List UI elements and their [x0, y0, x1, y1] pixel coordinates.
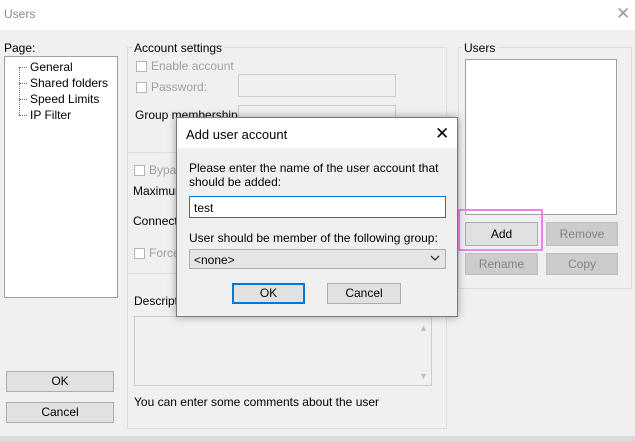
bypass-checkbox[interactable] [134, 165, 145, 176]
cancel-button[interactable]: Cancel [6, 402, 114, 423]
username-input[interactable]: test [189, 196, 446, 218]
add-button-highlight [458, 209, 543, 251]
tree-branch [19, 67, 27, 68]
main-title-bar [0, 0, 635, 30]
group-select[interactable]: <none> [189, 249, 446, 269]
password-field[interactable] [238, 74, 396, 97]
dialog-ok-button[interactable]: OK [232, 283, 305, 304]
users-list[interactable] [465, 59, 617, 215]
page-tree[interactable]: General Shared folders Speed Limits IP F… [4, 56, 118, 298]
scroll-up-icon[interactable]: ▲ [419, 323, 428, 333]
account-settings-label: Account settings [132, 41, 225, 55]
tree-item-shared-folders[interactable]: Shared folders [30, 76, 108, 90]
tree-item-general[interactable]: General [30, 60, 73, 74]
window-title: Users [4, 7, 36, 21]
force-checkbox[interactable] [134, 248, 145, 259]
comment-hint: You can enter some comments about the us… [134, 395, 380, 409]
description-label: Descripti [134, 294, 181, 308]
description-scrollbar[interactable]: ▲ ▼ [415, 317, 431, 385]
rename-button[interactable]: Rename [465, 253, 538, 275]
password-label: Password: [151, 80, 208, 94]
tree-item-speed-limits[interactable]: Speed Limits [30, 92, 99, 106]
scroll-down-icon[interactable]: ▼ [419, 371, 428, 381]
dialog-prompt: Please enter the name of the user accoun… [189, 161, 439, 189]
enable-account-label: Enable account [151, 59, 234, 73]
description-textarea[interactable] [134, 316, 432, 386]
ok-button[interactable]: OK [6, 371, 114, 392]
users-label: Users [462, 41, 498, 55]
group-prompt: User should be member of the following g… [189, 231, 438, 245]
tree-item-ip-filter[interactable]: IP Filter [30, 108, 71, 122]
copy-button[interactable]: Copy [546, 253, 618, 275]
dialog-title: Add user account [186, 127, 288, 142]
tree-branch [19, 115, 27, 116]
dialog-close-icon[interactable]: ✕ [435, 125, 449, 142]
window-close-icon[interactable]: ✕ [616, 5, 630, 22]
remove-button[interactable]: Remove [546, 222, 618, 246]
add-user-dialog: Add user account ✕ Please enter the name… [176, 117, 458, 317]
group-select-value: <none> [194, 253, 235, 267]
bottom-edge [0, 436, 635, 441]
password-checkbox[interactable] [136, 82, 147, 93]
page-label: Page: [4, 41, 36, 55]
enable-account-checkbox[interactable] [136, 61, 147, 72]
dialog-cancel-button[interactable]: Cancel [327, 283, 401, 304]
tree-connector [19, 67, 20, 115]
chevron-down-icon [430, 255, 440, 261]
tree-branch [19, 99, 27, 100]
tree-branch [19, 83, 27, 84]
